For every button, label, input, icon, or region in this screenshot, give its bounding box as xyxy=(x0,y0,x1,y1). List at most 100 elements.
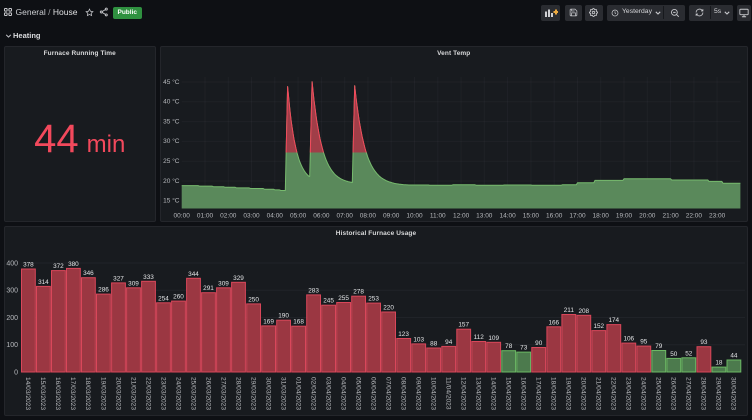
svg-text:29/03/2023: 29/03/2023 xyxy=(249,377,256,410)
svg-text:13:00: 13:00 xyxy=(476,212,493,219)
svg-text:372: 372 xyxy=(53,263,64,270)
svg-text:28/03/2023: 28/03/2023 xyxy=(234,377,241,410)
svg-text:16:00: 16:00 xyxy=(546,212,563,219)
svg-text:08/04/2023: 08/04/2023 xyxy=(399,377,406,410)
svg-text:19:00: 19:00 xyxy=(615,212,632,219)
svg-text:23/04/2023: 23/04/2023 xyxy=(625,377,632,410)
svg-text:25/04/2023: 25/04/2023 xyxy=(655,377,662,410)
svg-text:05:00: 05:00 xyxy=(289,212,306,219)
svg-text:19/03/2023: 19/03/2023 xyxy=(99,377,106,410)
svg-text:06:00: 06:00 xyxy=(313,212,330,219)
svg-text:169: 169 xyxy=(263,318,274,325)
svg-text:18:00: 18:00 xyxy=(592,212,609,219)
svg-text:07:00: 07:00 xyxy=(336,212,353,219)
svg-text:21/04/2023: 21/04/2023 xyxy=(595,377,602,410)
svg-text:278: 278 xyxy=(353,289,364,296)
svg-text:29/04/2023: 29/04/2023 xyxy=(715,377,722,410)
svg-text:30/03/2023: 30/03/2023 xyxy=(264,377,271,410)
svg-text:26/04/2023: 26/04/2023 xyxy=(670,377,677,410)
svg-text:327: 327 xyxy=(113,275,124,282)
svg-text:01:00: 01:00 xyxy=(196,212,213,219)
svg-text:378: 378 xyxy=(23,262,34,269)
svg-text:21/03/2023: 21/03/2023 xyxy=(129,377,136,410)
svg-text:78: 78 xyxy=(505,343,513,350)
svg-text:254: 254 xyxy=(158,295,169,302)
svg-text:24/03/2023: 24/03/2023 xyxy=(174,377,181,410)
svg-text:109: 109 xyxy=(488,335,499,342)
svg-text:31/03/2023: 31/03/2023 xyxy=(279,377,286,410)
svg-text:20/03/2023: 20/03/2023 xyxy=(114,377,121,410)
svg-text:200: 200 xyxy=(6,315,18,322)
svg-text:174: 174 xyxy=(608,317,619,324)
svg-text:88: 88 xyxy=(430,341,438,348)
svg-text:18/04/2023: 18/04/2023 xyxy=(550,377,557,410)
svg-text:28/04/2023: 28/04/2023 xyxy=(700,377,707,410)
svg-text:24/04/2023: 24/04/2023 xyxy=(640,377,647,410)
svg-text:0: 0 xyxy=(14,369,18,376)
svg-text:35 °C: 35 °C xyxy=(163,117,180,125)
svg-text:44: 44 xyxy=(730,353,738,360)
svg-text:18: 18 xyxy=(715,360,723,367)
svg-text:00:00: 00:00 xyxy=(173,212,190,219)
svg-text:333: 333 xyxy=(143,274,154,281)
svg-text:93: 93 xyxy=(700,339,708,346)
svg-text:260: 260 xyxy=(173,294,184,301)
svg-text:10/04/2023: 10/04/2023 xyxy=(430,377,437,410)
svg-text:380: 380 xyxy=(68,261,79,268)
svg-text:26/03/2023: 26/03/2023 xyxy=(204,377,211,410)
svg-text:09/04/2023: 09/04/2023 xyxy=(415,377,422,410)
svg-text:11:00: 11:00 xyxy=(429,212,445,219)
svg-text:50: 50 xyxy=(670,351,678,358)
svg-text:166: 166 xyxy=(548,319,559,326)
svg-text:12/04/2023: 12/04/2023 xyxy=(460,377,467,410)
svg-text:25/03/2023: 25/03/2023 xyxy=(189,377,196,410)
svg-text:291: 291 xyxy=(203,285,214,292)
svg-text:90: 90 xyxy=(535,340,543,347)
svg-text:11/04/2023: 11/04/2023 xyxy=(445,377,452,410)
svg-text:255: 255 xyxy=(338,295,349,302)
svg-text:253: 253 xyxy=(368,296,379,303)
svg-text:22/03/2023: 22/03/2023 xyxy=(144,377,151,410)
svg-text:10:00: 10:00 xyxy=(406,212,423,219)
svg-text:329: 329 xyxy=(233,275,244,282)
svg-text:400: 400 xyxy=(6,260,18,267)
svg-text:94: 94 xyxy=(445,339,453,346)
svg-text:22:00: 22:00 xyxy=(685,212,702,219)
svg-text:314: 314 xyxy=(38,279,49,286)
svg-text:09:00: 09:00 xyxy=(383,212,400,219)
svg-text:21:00: 21:00 xyxy=(662,212,679,219)
svg-text:190: 190 xyxy=(278,313,289,320)
svg-text:245: 245 xyxy=(323,298,334,305)
svg-text:14:00: 14:00 xyxy=(499,212,516,219)
svg-text:20/04/2023: 20/04/2023 xyxy=(580,377,587,410)
svg-text:02/04/2023: 02/04/2023 xyxy=(309,377,316,410)
svg-text:300: 300 xyxy=(6,288,18,295)
svg-text:220: 220 xyxy=(383,305,394,312)
svg-text:03:00: 03:00 xyxy=(243,212,260,219)
svg-text:211: 211 xyxy=(564,307,575,314)
svg-text:123: 123 xyxy=(398,331,409,338)
svg-text:16/04/2023: 16/04/2023 xyxy=(520,377,527,410)
svg-text:16/03/2023: 16/03/2023 xyxy=(54,377,61,410)
svg-text:52: 52 xyxy=(685,350,693,357)
svg-text:208: 208 xyxy=(578,308,589,315)
svg-text:168: 168 xyxy=(293,319,304,326)
svg-text:22/04/2023: 22/04/2023 xyxy=(610,377,617,410)
svg-text:30 °C: 30 °C xyxy=(163,137,180,145)
svg-text:15/04/2023: 15/04/2023 xyxy=(505,377,512,410)
svg-text:15 °C: 15 °C xyxy=(163,197,180,205)
svg-text:45 °C: 45 °C xyxy=(163,78,180,86)
svg-text:27/04/2023: 27/04/2023 xyxy=(685,377,692,410)
svg-text:73: 73 xyxy=(520,345,528,352)
svg-text:14/03/2023: 14/03/2023 xyxy=(24,377,31,410)
svg-text:15/03/2023: 15/03/2023 xyxy=(39,377,46,410)
svg-text:106: 106 xyxy=(623,336,634,343)
svg-text:103: 103 xyxy=(413,336,424,343)
svg-text:30/04/2023: 30/04/2023 xyxy=(730,377,737,410)
svg-text:27/03/2023: 27/03/2023 xyxy=(219,377,226,410)
svg-text:79: 79 xyxy=(655,343,663,350)
svg-text:20 °C: 20 °C xyxy=(163,177,180,185)
svg-text:346: 346 xyxy=(83,270,94,277)
svg-text:14/04/2023: 14/04/2023 xyxy=(490,377,497,410)
svg-text:12:00: 12:00 xyxy=(452,212,469,219)
